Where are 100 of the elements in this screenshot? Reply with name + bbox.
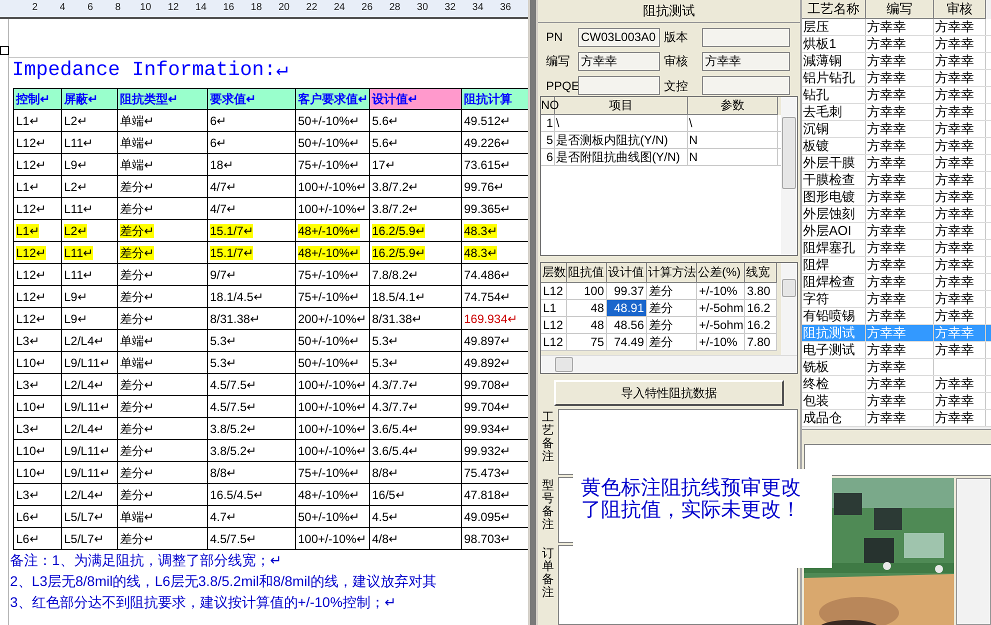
table-row[interactable]: 外层AOI 方幸幸 方幸幸	[802, 223, 991, 240]
table-row[interactable]: 有铅喷锡 方幸幸 方幸幸	[802, 308, 991, 325]
column-header: 设计值↵	[370, 88, 462, 110]
ruler-label: 34	[471, 1, 484, 15]
table-cell: 3.8/7.2↵	[372, 202, 419, 216]
table-cell: L2↵	[64, 224, 88, 238]
table-cell: 方幸幸	[934, 240, 986, 256]
table-cell[interactable]: 99.37	[607, 283, 647, 300]
table-cell: 5.3↵	[210, 356, 237, 370]
vertical-tab[interactable]: 订单备注	[540, 545, 556, 625]
table-cell: 75+/-10%↵	[298, 158, 360, 172]
table-cell: 75	[567, 334, 607, 351]
table-row[interactable]: 字符 方幸幸 方幸幸	[802, 291, 991, 308]
table-cell: 方幸幸	[866, 206, 934, 222]
ruler-label: 20	[277, 1, 291, 15]
table-cell: 99.932↵	[464, 444, 511, 458]
table-cell: 50+/-10%↵	[298, 356, 360, 370]
ruler-label: 12	[166, 1, 180, 15]
table-cell: L12↵	[16, 136, 46, 150]
table-cell: 75+/-10%↵	[298, 466, 360, 480]
table-cell: 阻抗测试	[802, 325, 866, 341]
table-row[interactable]: 终检 方幸幸 方幸幸	[802, 376, 991, 393]
table-cell[interactable]: 48.91	[607, 300, 647, 317]
vertical-tab[interactable]: 型号备注	[540, 477, 556, 543]
table-row[interactable]: 层压 方幸幸 方幸幸	[802, 19, 991, 36]
input-field[interactable]	[804, 444, 991, 476]
table-cell: 3.8/5.2↵	[210, 422, 257, 436]
table-cell: 99.704↵	[464, 400, 511, 414]
ruler-label: 16	[222, 1, 236, 15]
table-row[interactable]: 成品仓 方幸幸 方幸幸	[802, 410, 991, 427]
table-cell: 差分↵	[120, 422, 154, 436]
table-cell: 方幸幸	[934, 274, 986, 290]
table-row[interactable]: 铝片钻孔 方幸幸 方幸幸	[802, 70, 991, 87]
table-row[interactable]: 钻孔 方幸幸 方幸幸	[802, 87, 991, 104]
ruler[interactable]: 2 4 6 8 10 12 14 16 18 20 22 24 26 28 30 32 34 36	[0, 0, 528, 19]
table-row[interactable]: 电子测试 方幸幸 方幸幸	[802, 342, 991, 359]
table-cell: 方幸幸	[866, 53, 934, 69]
vertical-scrollbar[interactable]	[781, 263, 797, 355]
table-cell: 铣板	[802, 359, 866, 375]
table-cell: 3.6/5.4↵	[372, 422, 419, 436]
table-cell[interactable]: 74.49	[607, 334, 647, 351]
table-row[interactable]: 干膜检查 方幸幸 方幸幸	[802, 172, 991, 189]
table-cell: L10↵	[16, 444, 46, 458]
table-row[interactable]: 烘板1 方幸幸 方幸幸	[802, 36, 991, 53]
table-cell: 字符	[802, 291, 866, 307]
table-row[interactable]: 包装 方幸幸 方幸幸	[802, 393, 991, 410]
input-field[interactable]: 方幸幸	[578, 52, 660, 71]
vertical-tab[interactable]: 工艺备注	[540, 409, 556, 475]
table-cell: 层压	[802, 19, 866, 35]
table-cell: L2/L4↵	[64, 334, 104, 348]
table-cell: 差分↵	[120, 466, 154, 480]
table-cell: 3.8/7.2↵	[372, 180, 419, 194]
table-cell: 50+/-10%↵	[298, 114, 360, 128]
table-row[interactable]: 去毛刺 方幸幸 方幸幸	[802, 104, 991, 121]
column-header: 阻抗计算	[462, 88, 528, 110]
table-row[interactable]: 阻焊 方幸幸 方幸幸	[802, 257, 991, 274]
table-cell: 98.703↵	[464, 532, 511, 546]
table-row[interactable]: 外层蚀刻 方幸幸 方幸幸	[802, 206, 991, 223]
horizontal-scrollbar[interactable]	[541, 355, 797, 373]
table-cell: 方幸幸	[934, 376, 986, 392]
table-cell: 16/5↵	[372, 488, 406, 502]
input-field[interactable]	[578, 76, 660, 96]
table-row[interactable]: 图形电镀 方幸幸 方幸幸	[802, 189, 991, 206]
table-cell: +/-5ohm	[697, 300, 745, 317]
table-cell[interactable]: 48.56	[607, 317, 647, 334]
table-cell: 差分↵	[120, 202, 154, 216]
input-field[interactable]	[702, 76, 790, 96]
table-cell: L2/L4↵	[64, 488, 104, 502]
table-cell: L12↵	[16, 290, 46, 304]
ruler-label: 22	[305, 1, 318, 15]
ruler-label: 6	[86, 1, 94, 15]
table-row[interactable]: 外层干膜 方幸幸 方幸幸	[802, 155, 991, 172]
table-row[interactable]: 減薄铜 方幸幸 方幸幸	[802, 53, 991, 70]
input-field[interactable]: 方幸幸	[702, 52, 790, 71]
remarks-text-area[interactable]	[558, 409, 798, 475]
table-row[interactable]: 铣板 方幸幸	[802, 359, 991, 376]
table-cell: 75+/-10%↵	[298, 268, 360, 282]
table-cell: 去毛刺	[802, 104, 866, 120]
table-cell: L2/L4↵	[64, 378, 104, 392]
table-cell: 单端↵	[120, 356, 154, 370]
table-cell: 方幸幸	[866, 36, 934, 52]
input-field[interactable]: CW03L003A0	[578, 28, 660, 47]
field-label: 文控	[664, 78, 689, 95]
table-cell: L1↵	[16, 114, 40, 128]
vertical-scrollbar[interactable]	[781, 97, 797, 255]
table-cell: \	[688, 115, 778, 131]
column-header: 工艺名称	[802, 0, 866, 19]
import-button[interactable]: 导入特性阻抗数据	[554, 380, 784, 406]
table-row[interactable]: 沉铜 方幸幸 方幸幸	[802, 121, 991, 138]
note-text: 备注：1、为满足阻抗，调整了部分线宽；↵	[9, 551, 283, 570]
column-header: 控制↵	[14, 88, 62, 110]
table-cell: 方幸幸	[866, 138, 934, 154]
table-row[interactable]: 阻焊检查 方幸幸 方幸幸	[802, 274, 991, 291]
table-cell: 3.6/5.4↵	[372, 444, 419, 458]
table-cell: 图形电镀	[802, 189, 866, 205]
table-move-handle-icon[interactable]	[0, 46, 9, 55]
table-cell: 方幸幸	[866, 291, 934, 307]
input-field[interactable]	[702, 28, 790, 47]
table-row[interactable]: 板镀 方幸幸 方幸幸	[802, 138, 991, 155]
table-row[interactable]: 阻焊塞孔 方幸幸 方幸幸	[802, 240, 991, 257]
